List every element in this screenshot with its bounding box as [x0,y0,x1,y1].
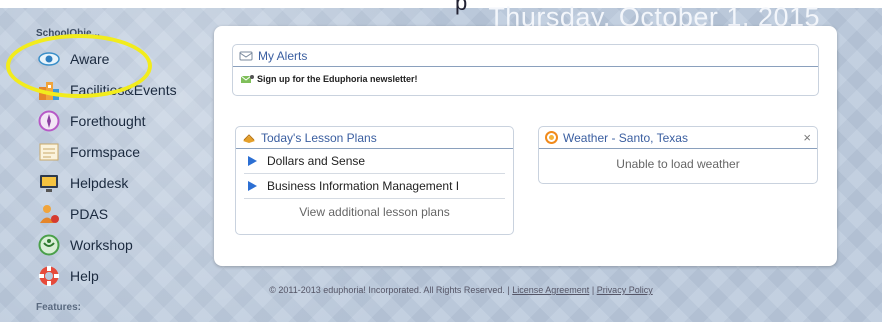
sidebar-item-workshop[interactable]: Workshop [38,232,133,258]
lesson-plans-header: Today's Lesson Plans [236,127,513,149]
person-icon [38,203,60,225]
alerts-panel: My Alerts Sign up for the Eduphoria news… [232,44,819,96]
sun-icon [545,131,558,144]
copyright-text: © 2011-2013 eduphoria! Incorporated. All… [269,285,510,295]
footer: © 2011-2013 eduphoria! Incorporated. All… [0,285,882,295]
lesson-item-label: Dollars and Sense [267,154,366,168]
weather-header: Weather - Santo, Texas [539,127,817,149]
lifebuoy-icon [38,265,60,287]
lesson-item[interactable]: Dollars and Sense [244,149,505,174]
sidebar-item-label: PDAS [70,206,109,222]
compass-icon [38,110,60,132]
lesson-item-label: Business Information Management I [267,179,460,193]
newsletter-icon [241,74,254,84]
yellow-highlight-circle [6,34,152,98]
lesson-plans-title: Today's Lesson Plans [261,130,377,145]
monitor-icon [38,172,60,194]
alerts-title: My Alerts [258,48,308,63]
view-additional-lessons-link[interactable]: View additional lesson plans [236,205,513,219]
features-label: Features: [36,302,82,313]
form-icon [38,141,60,163]
play-triangle-icon [248,181,257,191]
sidebar-item-label: Help [70,268,99,284]
license-agreement-link[interactable]: License Agreement [512,285,589,295]
weather-title: Weather - Santo, Texas [563,130,688,145]
lesson-plans-panel: Today's Lesson Plans Dollars and Sense B… [235,126,514,235]
sidebar-item-forethought[interactable]: Forethought [38,108,146,134]
sidebar-item-label: Forethought [70,113,146,129]
sidebar: SchoolObje... Aware Facilities&Events Fo… [0,24,200,322]
lesson-item[interactable]: Business Information Management I [244,174,505,199]
alerts-header: My Alerts [233,45,818,67]
alert-message: Sign up for the Eduphoria newsletter! [257,74,418,84]
weather-message: Unable to load weather [616,157,740,171]
privacy-policy-link[interactable]: Privacy Policy [597,285,653,295]
alert-message-row[interactable]: Sign up for the Eduphoria newsletter! [233,67,818,84]
sidebar-item-label: Helpdesk [70,175,129,191]
footer-separator: | [591,285,595,295]
close-icon[interactable]: × [803,130,811,145]
workshop-icon [38,234,60,256]
sidebar-item-label: Workshop [70,237,133,253]
dashboard-card: My Alerts Sign up for the Eduphoria news… [214,26,837,266]
partial-title: p [455,0,468,15]
sidebar-item-label: Formspace [70,144,141,160]
alert-icon [239,50,253,62]
sidebar-item-formspace[interactable]: Formspace [38,139,140,165]
play-triangle-icon [248,156,257,166]
weather-panel: Weather - Santo, Texas × Unable to load … [538,126,818,184]
sidebar-item-helpdesk[interactable]: Helpdesk [38,170,128,196]
book-icon [242,132,256,144]
sidebar-item-pdas[interactable]: PDAS [38,201,108,227]
